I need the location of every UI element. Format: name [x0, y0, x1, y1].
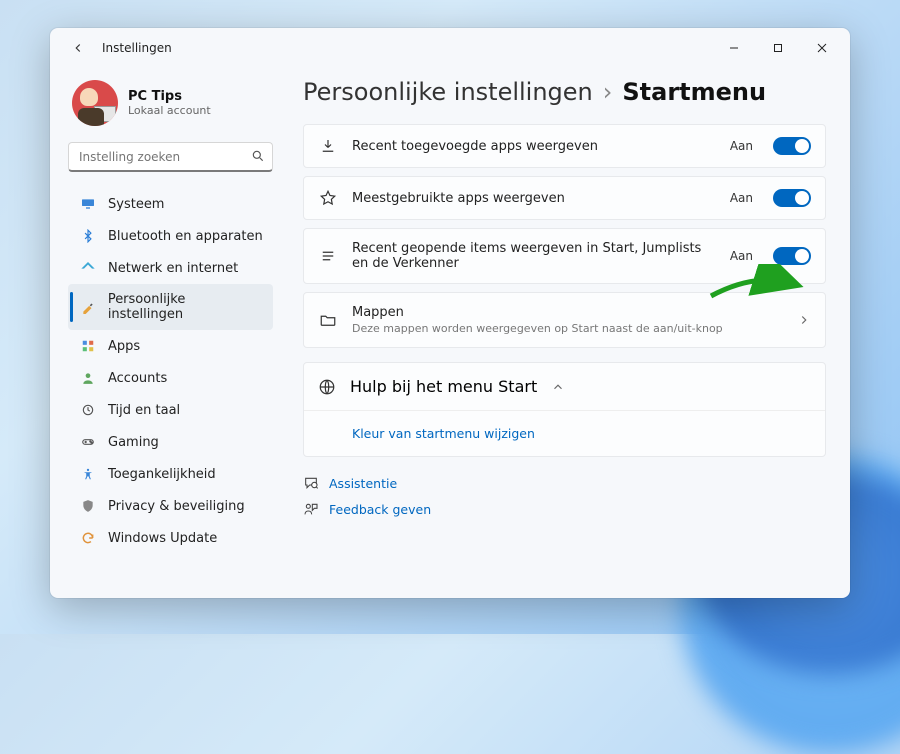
- shield-icon: [80, 498, 96, 514]
- chevron-right-icon: ›: [603, 78, 613, 106]
- setting-label: Recent geopende items weergeven in Start…: [352, 241, 716, 271]
- star-icon: [318, 189, 338, 207]
- toggle-state-text: Aan: [730, 139, 753, 153]
- sidebar: PC Tips Lokaal account Systeem Bluetooth…: [50, 68, 285, 598]
- page-title: Startmenu: [622, 78, 766, 106]
- help-body: Kleur van startmenu wijzigen: [304, 410, 825, 456]
- accessibility-icon: [80, 466, 96, 482]
- maximize-button[interactable]: [756, 33, 800, 63]
- setting-folders[interactable]: Mappen Deze mappen worden weergegeven op…: [303, 292, 826, 348]
- chat-help-icon: [303, 475, 319, 491]
- sidebar-item-label: Accounts: [108, 371, 167, 386]
- help-title: Hulp bij het menu Start: [350, 377, 537, 396]
- sidebar-item-personalization[interactable]: Persoonlijke instellingen: [68, 284, 273, 330]
- breadcrumb-parent[interactable]: Persoonlijke instellingen: [303, 78, 593, 106]
- download-icon: [318, 137, 338, 155]
- search-box: [68, 142, 273, 172]
- sidebar-item-time[interactable]: Tijd en taal: [68, 394, 273, 426]
- setting-label: Mappen Deze mappen worden weergegeven op…: [352, 305, 783, 335]
- setting-recent-apps: Recent toegevoegde apps weergeven Aan: [303, 124, 826, 168]
- assistance-link[interactable]: Assistentie: [303, 475, 826, 491]
- help-link-color[interactable]: Kleur van startmenu wijzigen: [352, 426, 535, 441]
- sidebar-item-bluetooth[interactable]: Bluetooth en apparaten: [68, 220, 273, 252]
- sidebar-item-privacy[interactable]: Privacy & beveiliging: [68, 490, 273, 522]
- feedback-label: Feedback geven: [329, 502, 431, 517]
- sidebar-item-label: Netwerk en internet: [108, 261, 238, 276]
- feedback-icon: [303, 501, 319, 517]
- search-input[interactable]: [68, 142, 273, 172]
- minimize-button[interactable]: [712, 33, 756, 63]
- breadcrumb: Persoonlijke instellingen › Startmenu: [303, 78, 826, 106]
- sidebar-item-network[interactable]: Netwerk en internet: [68, 252, 273, 284]
- back-button[interactable]: [64, 34, 92, 62]
- nav-list: Systeem Bluetooth en apparaten Netwerk e…: [68, 188, 273, 554]
- toggle-recent-apps[interactable]: [773, 137, 811, 155]
- setting-sub: Deze mappen worden weergegeven op Start …: [352, 322, 783, 335]
- toggle-recent-items[interactable]: [773, 247, 811, 265]
- sidebar-item-label: Apps: [108, 339, 140, 354]
- person-icon: [80, 370, 96, 386]
- profile-name: PC Tips: [128, 89, 211, 104]
- toggle-most-used[interactable]: [773, 189, 811, 207]
- sidebar-item-label: Systeem: [108, 197, 164, 212]
- assistance-label: Assistentie: [329, 476, 397, 491]
- globe-help-icon: [318, 378, 336, 396]
- folder-icon: [318, 311, 338, 329]
- sidebar-item-label: Windows Update: [108, 531, 217, 546]
- sidebar-item-label: Gaming: [108, 435, 159, 450]
- setting-label: Recent toegevoegde apps weergeven: [352, 139, 716, 154]
- clock-globe-icon: [80, 402, 96, 418]
- list-icon: [318, 247, 338, 265]
- sidebar-item-update[interactable]: Windows Update: [68, 522, 273, 554]
- main-content: Persoonlijke instellingen › Startmenu Re…: [285, 68, 850, 598]
- sidebar-item-label: Toegankelijkheid: [108, 467, 216, 482]
- sidebar-item-label: Persoonlijke instellingen: [108, 292, 263, 322]
- paint-icon: [80, 299, 96, 315]
- avatar: [72, 80, 118, 126]
- feedback-link[interactable]: Feedback geven: [303, 501, 826, 517]
- titlebar: Instellingen: [50, 28, 850, 68]
- wifi-icon: [80, 260, 96, 276]
- sidebar-item-label: Bluetooth en apparaten: [108, 229, 263, 244]
- chevron-right-icon: [797, 313, 811, 327]
- setting-label: Meestgebruikte apps weergeven: [352, 191, 716, 206]
- close-button[interactable]: [800, 33, 844, 63]
- sidebar-item-label: Privacy & beveiliging: [108, 499, 245, 514]
- setting-most-used: Meestgebruikte apps weergeven Aan: [303, 176, 826, 220]
- apps-icon: [80, 338, 96, 354]
- monitor-icon: [80, 196, 96, 212]
- sidebar-item-label: Tijd en taal: [108, 403, 180, 418]
- chevron-up-icon: [551, 380, 565, 394]
- window-title: Instellingen: [102, 41, 172, 55]
- help-group: Hulp bij het menu Start Kleur van startm…: [303, 362, 826, 457]
- help-header[interactable]: Hulp bij het menu Start: [304, 363, 825, 410]
- update-icon: [80, 530, 96, 546]
- footer-links: Assistentie Feedback geven: [303, 475, 826, 517]
- gamepad-icon: [80, 434, 96, 450]
- sidebar-item-system[interactable]: Systeem: [68, 188, 273, 220]
- toggle-state-text: Aan: [730, 249, 753, 263]
- sidebar-item-accounts[interactable]: Accounts: [68, 362, 273, 394]
- sidebar-item-gaming[interactable]: Gaming: [68, 426, 273, 458]
- toggle-state-text: Aan: [730, 191, 753, 205]
- sidebar-item-apps[interactable]: Apps: [68, 330, 273, 362]
- profile-block[interactable]: PC Tips Lokaal account: [72, 80, 273, 126]
- profile-sub: Lokaal account: [128, 104, 211, 117]
- search-icon: [251, 149, 265, 163]
- sidebar-item-accessibility[interactable]: Toegankelijkheid: [68, 458, 273, 490]
- window-controls: [712, 33, 844, 63]
- settings-window: Instellingen PC Tips Lokaal account: [50, 28, 850, 598]
- setting-recent-items: Recent geopende items weergeven in Start…: [303, 228, 826, 284]
- bluetooth-icon: [80, 228, 96, 244]
